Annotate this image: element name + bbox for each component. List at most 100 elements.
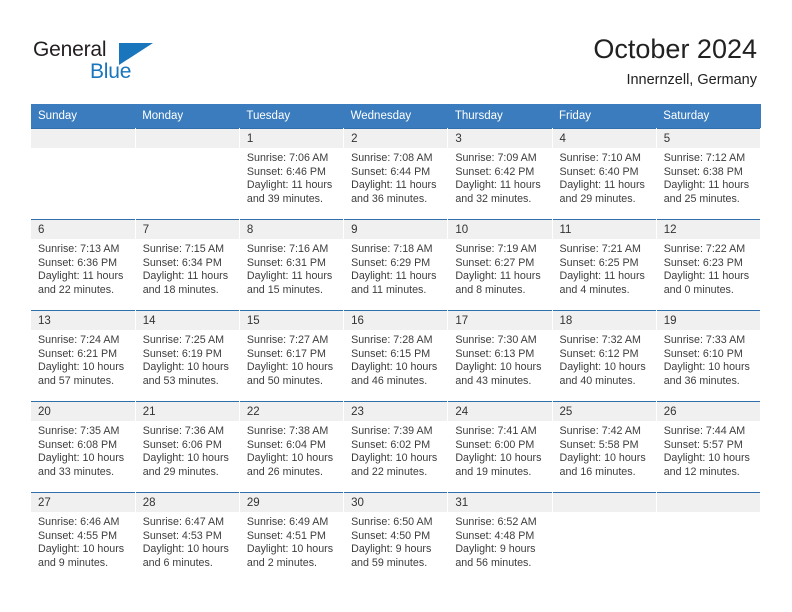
day-number: 13 <box>31 311 135 330</box>
daylight-text-line2: and 22 minutes. <box>351 465 428 478</box>
daylight-text-line1: Daylight: 10 hours <box>559 361 646 374</box>
daylight-text-line2: and 59 minutes. <box>351 556 428 569</box>
daylight-text-line2: and 22 minutes. <box>38 283 115 296</box>
calendar-cell: 19 Sunrise: 7:33 AM Sunset: 6:10 PM Dayligh… <box>656 310 762 402</box>
day-cell[interactable]: 6 Sunrise: 7:13 AM Sunset: 6:36 PM Daylight… <box>31 220 135 310</box>
day-number: 29 <box>239 493 344 512</box>
sunset-text: Sunset: 6:25 PM <box>559 256 639 269</box>
sun-info: Sunrise: 7:18 AM Sunset: 6:29 PM Daylight:… <box>344 239 447 297</box>
sunset-text: Sunset: 6:00 PM <box>455 438 535 451</box>
day-cell[interactable]: 31 Sunrise: 6:52 AM Sunset: 4:48 PM Dayligh… <box>448 493 552 583</box>
daylight-text-line1: Daylight: 11 hours <box>142 270 229 283</box>
daylight-text-line1: Daylight: 10 hours <box>663 361 750 374</box>
sun-info: Sunrise: 6:49 AM Sunset: 4:51 PM Daylight:… <box>240 512 343 570</box>
sunset-text: Sunset: 6:46 PM <box>246 165 326 178</box>
daylight-text-line1: Daylight: 10 hours <box>455 361 542 374</box>
sunset-text: Sunset: 6:17 PM <box>246 347 326 360</box>
day-cell[interactable]: 14 Sunrise: 7:25 AM Sunset: 6:19 PM Dayligh… <box>135 311 239 401</box>
day-cell[interactable]: 22 Sunrise: 7:38 AM Sunset: 6:04 PM Dayligh… <box>239 402 344 492</box>
day-number: 27 <box>31 493 135 512</box>
sun-info: Sunrise: 7:06 AM Sunset: 6:46 PM Daylight:… <box>240 148 343 206</box>
day-number: 15 <box>239 311 344 330</box>
day-cell[interactable]: 26 Sunrise: 7:44 AM Sunset: 5:57 PM Dayligh… <box>656 402 760 492</box>
day-cell[interactable]: 23 Sunrise: 7:39 AM Sunset: 6:02 PM Dayligh… <box>344 402 448 492</box>
day-cell[interactable]: 9 Sunrise: 7:18 AM Sunset: 6:29 PM Daylight… <box>344 220 448 310</box>
sun-info: Sunrise: 7:15 AM Sunset: 6:34 PM Daylight:… <box>136 239 239 297</box>
daylight-text-line1: Daylight: 9 hours <box>455 543 536 556</box>
day-cell[interactable]: 3 Sunrise: 7:09 AM Sunset: 6:42 PM Daylight… <box>448 129 552 219</box>
sun-info: Sunrise: 6:47 AM Sunset: 4:53 PM Daylight:… <box>136 512 239 570</box>
day-cell[interactable]: 27 Sunrise: 6:46 AM Sunset: 4:55 PM Dayligh… <box>31 493 135 583</box>
day-cell[interactable]: 29 Sunrise: 6:49 AM Sunset: 4:51 PM Dayligh… <box>239 493 344 583</box>
calendar-cell: 2 Sunrise: 7:08 AM Sunset: 6:44 PM Daylight… <box>343 128 449 220</box>
sunrise-text: Sunrise: 7:13 AM <box>38 243 120 255</box>
day-cell[interactable]: 11 Sunrise: 7:21 AM Sunset: 6:25 PM Dayligh… <box>552 220 656 310</box>
calendar-week-row: 6 Sunrise: 7:13 AM Sunset: 6:36 PM Daylight… <box>31 219 762 311</box>
calendar-cell: 4 Sunrise: 7:10 AM Sunset: 6:40 PM Daylight… <box>552 128 657 220</box>
day-cell[interactable]: 12 Sunrise: 7:22 AM Sunset: 6:23 PM Dayligh… <box>656 220 760 310</box>
day-number: 5 <box>656 129 760 148</box>
sunrise-text: Sunrise: 7:21 AM <box>559 243 641 255</box>
sunrise-text: Sunrise: 7:22 AM <box>663 243 746 255</box>
day-cell[interactable]: 20 Sunrise: 7:35 AM Sunset: 6:08 PM Dayligh… <box>31 402 135 492</box>
day-number-strip <box>31 129 135 148</box>
calendar-cell: 30 Sunrise: 6:50 AM Sunset: 4:50 PM Dayligh… <box>343 492 449 583</box>
day-number: 4 <box>552 129 656 148</box>
day-cell[interactable]: 10 Sunrise: 7:19 AM Sunset: 6:27 PM Dayligh… <box>448 220 552 310</box>
day-cell[interactable]: 24 Sunrise: 7:41 AM Sunset: 6:00 PM Dayligh… <box>448 402 552 492</box>
day-cell[interactable]: 8 Sunrise: 7:16 AM Sunset: 6:31 PM Daylight… <box>239 220 344 310</box>
calendar-cell: 14 Sunrise: 7:25 AM Sunset: 6:19 PM Dayligh… <box>135 310 240 402</box>
calendar-week-row: 13 Sunrise: 7:24 AM Sunset: 6:21 PM Dayligh… <box>31 310 762 402</box>
day-cell[interactable]: 16 Sunrise: 7:28 AM Sunset: 6:15 PM Dayligh… <box>344 311 448 401</box>
calendar-cell: 5 Sunrise: 7:12 AM Sunset: 6:38 PM Daylight… <box>656 128 762 220</box>
day-number-strip <box>552 493 656 512</box>
day-cell[interactable]: 18 Sunrise: 7:32 AM Sunset: 6:12 PM Dayligh… <box>552 311 656 401</box>
daylight-text-line1: Daylight: 10 hours <box>351 452 438 465</box>
sunset-text: Sunset: 6:06 PM <box>142 438 222 451</box>
day-cell[interactable]: 13 Sunrise: 7:24 AM Sunset: 6:21 PM Dayligh… <box>31 311 135 401</box>
day-cell[interactable]: 7 Sunrise: 7:15 AM Sunset: 6:34 PM Daylight… <box>135 220 239 310</box>
daylight-text-line1: Daylight: 11 hours <box>351 270 437 283</box>
daylight-text-line2: and 40 minutes. <box>559 374 636 387</box>
sunset-text: Sunset: 6:19 PM <box>142 347 222 360</box>
day-cell[interactable]: 25 Sunrise: 7:42 AM Sunset: 5:58 PM Dayligh… <box>552 402 656 492</box>
day-number: 20 <box>31 402 135 421</box>
day-cell[interactable]: 28 Sunrise: 6:47 AM Sunset: 4:53 PM Dayligh… <box>135 493 239 583</box>
daylight-text-line2: and 46 minutes. <box>351 374 428 387</box>
day-cell[interactable]: 1 Sunrise: 7:06 AM Sunset: 6:46 PM Daylight… <box>239 129 344 219</box>
daylight-text-line1: Daylight: 10 hours <box>663 452 750 465</box>
calendar-cell: 10 Sunrise: 7:19 AM Sunset: 6:27 PM Dayligh… <box>447 219 553 311</box>
day-cell[interactable]: 15 Sunrise: 7:27 AM Sunset: 6:17 PM Dayligh… <box>239 311 344 401</box>
daylight-text-line2: and 15 minutes. <box>246 283 323 296</box>
calendar-cell: 26 Sunrise: 7:44 AM Sunset: 5:57 PM Dayligh… <box>656 401 762 493</box>
day-cell[interactable]: 5 Sunrise: 7:12 AM Sunset: 6:38 PM Daylight… <box>656 129 760 219</box>
day-cell[interactable]: 19 Sunrise: 7:33 AM Sunset: 6:10 PM Dayligh… <box>656 311 760 401</box>
calendar-cell: 27 Sunrise: 6:46 AM Sunset: 4:55 PM Dayligh… <box>31 492 136 583</box>
sun-info: Sunrise: 7:19 AM Sunset: 6:27 PM Daylight:… <box>448 239 551 297</box>
day-cell[interactable]: 17 Sunrise: 7:30 AM Sunset: 6:13 PM Dayligh… <box>448 311 552 401</box>
day-cell-empty <box>31 129 135 219</box>
sunset-text: Sunset: 6:29 PM <box>351 256 431 269</box>
day-cell[interactable]: 21 Sunrise: 7:36 AM Sunset: 6:06 PM Dayligh… <box>135 402 239 492</box>
daylight-text-line1: Daylight: 11 hours <box>663 179 750 192</box>
calendar-cell: 12 Sunrise: 7:22 AM Sunset: 6:23 PM Dayligh… <box>656 219 762 311</box>
daylight-text-line2: and 8 minutes. <box>455 283 526 296</box>
sun-info: Sunrise: 7:30 AM Sunset: 6:13 PM Daylight:… <box>448 330 551 388</box>
brand-logo[interactable]: General Blue <box>33 38 213 88</box>
column-header-saturday: Saturday <box>656 104 761 129</box>
sunrise-text: Sunrise: 7:19 AM <box>455 243 537 255</box>
sunset-text: Sunset: 6:10 PM <box>663 347 743 360</box>
sunset-text: Sunset: 6:04 PM <box>246 438 326 451</box>
daylight-text-line2: and 43 minutes. <box>455 374 532 387</box>
column-header-monday: Monday <box>135 104 240 129</box>
day-cell[interactable]: 4 Sunrise: 7:10 AM Sunset: 6:40 PM Daylight… <box>552 129 656 219</box>
calendar-cell-empty <box>656 492 762 583</box>
calendar-cell: 7 Sunrise: 7:15 AM Sunset: 6:34 PM Daylight… <box>135 219 240 311</box>
page-subtitle: Innernzell, Germany <box>626 72 757 88</box>
daylight-text-line2: and 12 minutes. <box>663 465 740 478</box>
sun-info: Sunrise: 7:09 AM Sunset: 6:42 PM Daylight:… <box>448 148 551 206</box>
calendar-cell: 6 Sunrise: 7:13 AM Sunset: 6:36 PM Daylight… <box>31 219 136 311</box>
day-cell[interactable]: 30 Sunrise: 6:50 AM Sunset: 4:50 PM Dayligh… <box>344 493 448 583</box>
day-cell[interactable]: 2 Sunrise: 7:08 AM Sunset: 6:44 PM Daylight… <box>344 129 448 219</box>
daylight-text-line1: Daylight: 11 hours <box>246 179 333 192</box>
